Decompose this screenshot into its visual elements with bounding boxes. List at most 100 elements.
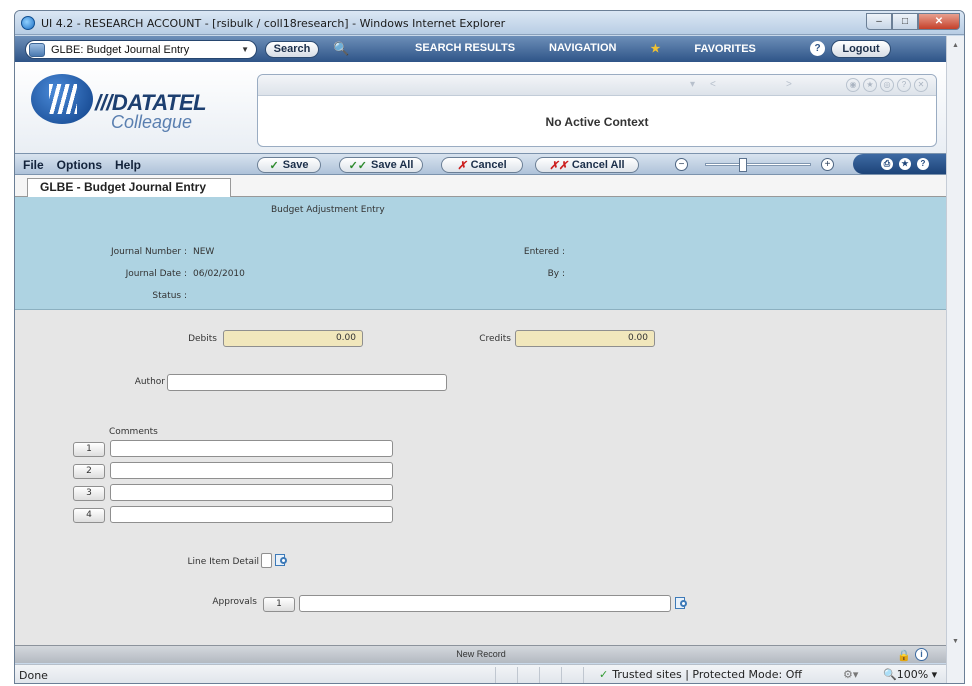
close-window-button[interactable]: ✕ xyxy=(918,13,960,30)
by-label: By : xyxy=(547,269,565,279)
context-history-icon[interactable]: ◎ xyxy=(880,78,894,92)
cancel-button[interactable]: ✗ Cancel xyxy=(441,157,523,173)
journal-date-value: 06/02/2010 xyxy=(193,269,245,279)
line-item-detail-checkbox[interactable] xyxy=(261,553,272,568)
menu-file[interactable]: File xyxy=(23,158,44,172)
security-zone[interactable]: ✓ Trusted sites | Protected Mode: Off xyxy=(599,668,802,681)
context-icons: ◉ ★ ◎ ? ✕ xyxy=(843,78,928,92)
browser-status-text: Done xyxy=(19,669,48,682)
app-header: ///DATATEL Colleague ▾ < > ◉ ★ ◎ ? ✕ No … xyxy=(15,62,947,153)
save-all-label: Save All xyxy=(371,159,414,171)
vertical-scrollbar[interactable]: ▲ ▼ xyxy=(946,36,964,683)
journal-number-value: NEW xyxy=(193,247,215,257)
credits-field: 0.00 xyxy=(515,330,655,347)
tab-strip: GLBE - Budget Journal Entry xyxy=(15,175,947,197)
credits-label: Credits xyxy=(479,334,511,344)
form-status-bar: New Record 🔒 i xyxy=(15,645,947,663)
cancel-all-label: Cancel All xyxy=(571,159,625,171)
approvals-lookup-icon[interactable] xyxy=(675,596,689,610)
zoom-in-icon[interactable]: + xyxy=(821,158,834,171)
context-panel: ▾ < > ◉ ★ ◎ ? ✕ No Active Context xyxy=(257,74,937,147)
header-panel: Budget Adjustment Entry Journal Number :… xyxy=(15,197,947,310)
line-item-detail-label: Line Item Detail xyxy=(187,557,259,567)
zoom-icon: 🔍 xyxy=(883,668,897,681)
debits-field: 0.00 xyxy=(223,330,363,347)
popup-blocker-icon[interactable]: ⚙▾ xyxy=(843,668,858,681)
double-check-icon: ✓✓ xyxy=(348,159,368,172)
check-icon: ✓ xyxy=(599,668,609,681)
comment-line-2-button[interactable]: 2 xyxy=(73,464,105,479)
save-all-button[interactable]: ✓✓ Save All xyxy=(339,157,423,173)
window-title: UI 4.2 - RESEARCH ACCOUNT - [rsibulk / c… xyxy=(41,17,506,30)
form-icon xyxy=(29,42,45,57)
form-selector-value: GLBE: Budget Journal Entry xyxy=(51,43,190,56)
info-icon[interactable]: i xyxy=(915,648,928,661)
context-favorite-icon[interactable]: ★ xyxy=(863,78,877,92)
title-bar: UI 4.2 - RESEARCH ACCOUNT - [rsibulk / c… xyxy=(15,11,964,35)
comment-line-1-input[interactable] xyxy=(110,440,393,457)
cancel-label: Cancel xyxy=(470,159,507,171)
menu-help[interactable]: Help xyxy=(115,158,141,172)
logo-text-colleague: Colleague xyxy=(111,112,193,132)
advanced-search-icon[interactable]: 🔍 xyxy=(333,40,351,58)
zoom-slider-thumb[interactable] xyxy=(739,158,747,172)
minimize-button[interactable]: – xyxy=(866,13,892,30)
context-first-icon[interactable]: ▾ xyxy=(690,79,695,90)
search-button[interactable]: Search xyxy=(265,41,319,58)
menu-options[interactable]: Options xyxy=(57,158,102,172)
browser-zoom[interactable]: 🔍100% ▾ xyxy=(883,668,937,681)
x-icon: ✗ xyxy=(457,159,467,172)
zoom-slider-track[interactable] xyxy=(705,163,811,166)
lock-icon: 🔒 xyxy=(897,650,911,662)
nav-favorites[interactable]: ★ FAVORITES xyxy=(650,42,789,55)
comment-line-2-input[interactable] xyxy=(110,462,393,479)
toolbar: File Options Help ✓ Save ✓✓ Save All ✗ Canc… xyxy=(15,153,947,175)
save-label: Save xyxy=(282,159,309,171)
top-nav: SEARCH RESULTS NAVIGATION ★ FAVORITES xyxy=(415,42,824,55)
app-top-bar: GLBE: Budget Journal Entry ▼ Search 🔍 SE… xyxy=(15,36,947,62)
help-icon[interactable]: ? xyxy=(810,41,825,56)
chevron-down-icon: ▼ xyxy=(241,45,249,54)
debits-label: Debits xyxy=(188,334,217,344)
entered-label: Entered : xyxy=(523,247,565,257)
comment-line-4-button[interactable]: 4 xyxy=(73,508,105,523)
comment-line-1-button[interactable]: 1 xyxy=(73,442,105,457)
nav-navigation[interactable]: NAVIGATION xyxy=(549,42,616,55)
record-status-text: New Record xyxy=(456,649,506,659)
nav-search-results[interactable]: SEARCH RESULTS xyxy=(415,42,515,55)
scroll-down-icon[interactable]: ▼ xyxy=(952,638,959,645)
maximize-button[interactable]: □ xyxy=(892,13,918,30)
zoom-out-icon[interactable]: − xyxy=(675,158,688,171)
tab-glbe[interactable]: GLBE - Budget Journal Entry xyxy=(27,178,231,197)
comments-label: Comments xyxy=(109,427,158,437)
section-title: Budget Adjustment Entry xyxy=(271,205,385,215)
journal-date-label: Journal Date : xyxy=(125,269,187,279)
context-close-all-icon[interactable]: ◉ xyxy=(846,78,860,92)
menu-bar: File Options Help xyxy=(23,158,154,172)
line-item-lookup-icon[interactable] xyxy=(275,553,289,567)
approvals-line-1-button[interactable]: 1 xyxy=(263,597,295,612)
context-next-icon[interactable]: > xyxy=(786,79,792,90)
journal-number-label: Journal Number : xyxy=(110,247,187,257)
security-zone-text: Trusted sites | Protected Mode: Off xyxy=(612,668,802,681)
star-icon: ★ xyxy=(650,43,661,55)
comment-line-3-input[interactable] xyxy=(110,484,393,501)
approvals-input[interactable] xyxy=(299,595,671,612)
nav-favorites-label: FAVORITES xyxy=(694,43,756,55)
form-area: GLBE - Budget Journal Entry Budget Adjus… xyxy=(15,175,947,645)
comment-line-4-input[interactable] xyxy=(110,506,393,523)
comment-line-3-button[interactable]: 3 xyxy=(73,486,105,501)
scroll-up-icon[interactable]: ▲ xyxy=(952,42,959,49)
double-x-icon: ✗✗ xyxy=(549,159,568,172)
context-prev-icon[interactable]: < xyxy=(710,79,716,90)
context-close-icon[interactable]: ✕ xyxy=(914,78,928,92)
context-help-icon[interactable]: ? xyxy=(897,78,911,92)
logout-button[interactable]: Logout xyxy=(831,40,891,58)
save-button[interactable]: ✓ Save xyxy=(257,157,321,173)
favorite-icon[interactable]: ★ xyxy=(899,158,911,170)
form-selector[interactable]: GLBE: Budget Journal Entry ▼ xyxy=(25,40,257,59)
cancel-all-button[interactable]: ✗✗ Cancel All xyxy=(535,157,639,173)
author-input[interactable] xyxy=(167,374,447,391)
help-circle-icon[interactable]: ? xyxy=(917,158,929,170)
print-icon[interactable]: ⎙ xyxy=(881,158,893,170)
